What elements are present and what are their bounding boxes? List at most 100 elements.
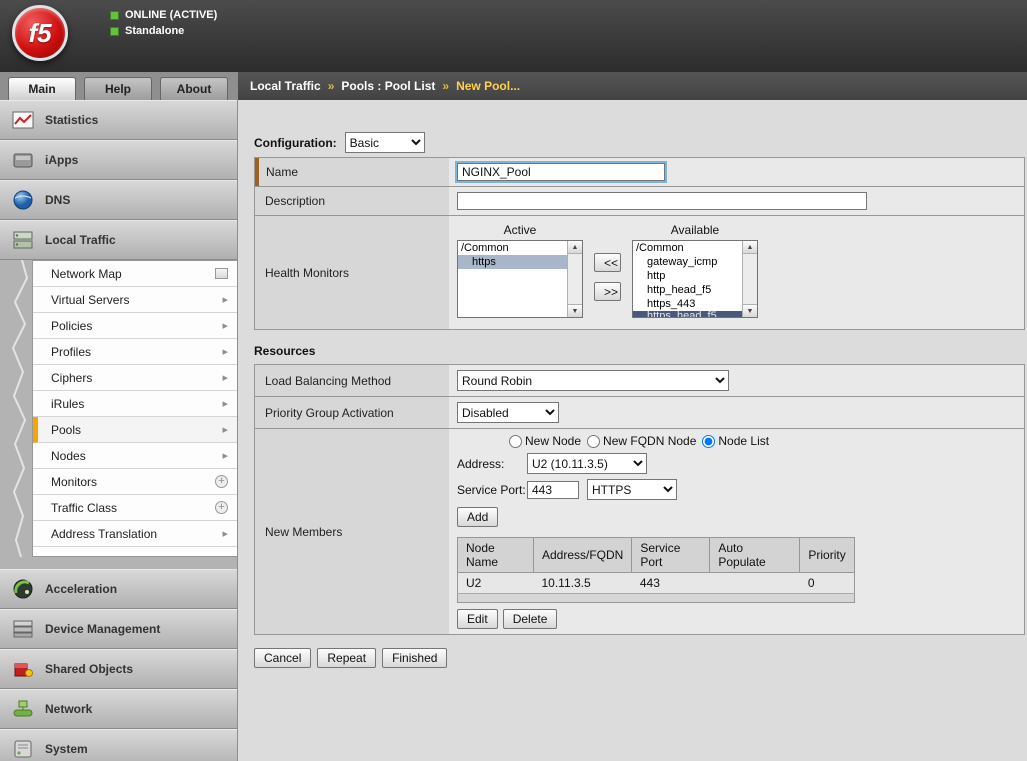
sidebar-item-irules[interactable]: iRules ▸ [33, 391, 237, 417]
name-value-cell [449, 158, 1024, 186]
list-item[interactable]: https_443 [633, 297, 742, 311]
member-row[interactable]: U2 10.11.3.5 443 0 [458, 573, 855, 594]
plus-circle-icon[interactable]: + [215, 475, 228, 488]
node-list-radio[interactable] [702, 435, 715, 448]
list-item[interactable]: gateway_icmp [633, 255, 742, 269]
lb-method-label: Load Balancing Method [255, 365, 449, 396]
description-input[interactable] [457, 192, 867, 210]
bigip-app: f5 ONLINE (ACTIVE) Standalone Main Help … [0, 0, 1027, 761]
tab-about[interactable]: About [160, 77, 228, 100]
radio-node-list[interactable]: Node List [702, 434, 769, 448]
statistics-icon [10, 109, 36, 131]
finished-button[interactable]: Finished [382, 648, 447, 668]
list-item-partial[interactable]: https_head_f5 [633, 311, 742, 317]
address-line: Address: U2 (10.11.3.5) [457, 453, 1016, 474]
radio-new-fqdn-node[interactable]: New FQDN Node [587, 434, 696, 448]
radio-new-node[interactable]: New Node [509, 434, 581, 448]
sidebar-item-iapps[interactable]: iApps [0, 140, 237, 180]
service-name-select[interactable]: HTTPS [587, 479, 677, 500]
member-type-radios: New Node New FQDN Node Node List [509, 434, 1016, 448]
edit-member-button[interactable]: Edit [457, 609, 498, 629]
active-monitors-list[interactable]: /Common https ▲ ▼ [457, 240, 583, 318]
sidebar-item-label: Device Management [45, 622, 160, 636]
scroll-up-icon[interactable]: ▲ [568, 241, 582, 254]
online-status-row: ONLINE (ACTIVE) [110, 9, 217, 21]
scroll-down-icon[interactable]: ▼ [568, 304, 582, 317]
column-header: Auto Populate [710, 538, 800, 573]
breadcrumb-separator-icon: » [442, 79, 449, 93]
main-wrap: Statistics iApps DNS Local Traffic [0, 100, 1027, 761]
list-item-selected[interactable]: https [458, 255, 567, 269]
sidebar-item-traffic-class[interactable]: Traffic Class + [33, 495, 237, 521]
configuration-select[interactable]: Basic [345, 132, 425, 153]
sidebar-item-virtual-servers[interactable]: Virtual Servers ▸ [33, 287, 237, 313]
sidebar-item-dns[interactable]: DNS [0, 180, 237, 220]
breadcrumb-local-traffic[interactable]: Local Traffic [250, 79, 321, 93]
list-item[interactable]: /Common [458, 241, 567, 255]
service-port-input[interactable] [527, 481, 579, 499]
active-monitors-items: /Common https [458, 241, 567, 317]
breadcrumb-separator-icon: » [328, 79, 335, 93]
sidebar-item-network[interactable]: Network [0, 689, 237, 729]
sidebar-item-local-traffic[interactable]: Local Traffic [0, 220, 237, 260]
new-node-radio[interactable] [509, 435, 522, 448]
sidebar-item-nodes[interactable]: Nodes ▸ [33, 443, 237, 469]
active-list-scrollbar[interactable]: ▲ ▼ [567, 241, 582, 317]
list-item[interactable]: http_head_f5 [633, 283, 742, 297]
tab-strip: Main Help About [0, 72, 238, 100]
chevron-right-icon: ▸ [222, 293, 228, 306]
member-auto-populate [710, 573, 800, 594]
sidebar-item-policies[interactable]: Policies ▸ [33, 313, 237, 339]
list-item[interactable]: /Common [633, 241, 742, 255]
move-to-active-button[interactable]: << [594, 253, 621, 272]
add-member-button[interactable]: Add [457, 507, 498, 527]
scroll-up-icon[interactable]: ▲ [743, 241, 757, 254]
chevron-right-icon: ▸ [222, 371, 228, 384]
address-select[interactable]: U2 (10.11.3.5) [527, 453, 647, 474]
sidebar-item-monitors[interactable]: Monitors + [33, 469, 237, 495]
form-actions: Cancel Repeat Finished [254, 648, 1027, 668]
sidebar-item-acceleration[interactable]: Acceleration [0, 569, 237, 609]
standalone-status-text: Standalone [125, 25, 184, 37]
lb-method-select[interactable]: Round Robin [457, 370, 729, 391]
sidebar: Statistics iApps DNS Local Traffic [0, 100, 238, 761]
sidebar-item-label: Statistics [45, 113, 98, 127]
sidebar-item-system[interactable]: System [0, 729, 237, 761]
available-list-scrollbar[interactable]: ▲ ▼ [742, 241, 757, 317]
sidebar-item-network-map[interactable]: Network Map [33, 261, 237, 287]
move-to-available-button[interactable]: >> [594, 282, 621, 301]
f5-logo-text: f5 [28, 18, 51, 49]
scroll-down-icon[interactable]: ▼ [743, 304, 757, 317]
plus-circle-icon[interactable]: + [215, 501, 228, 514]
description-label: Description [255, 187, 449, 215]
sidebar-item-statistics[interactable]: Statistics [0, 100, 237, 140]
column-header: Service Port [632, 538, 710, 573]
cancel-button[interactable]: Cancel [254, 648, 311, 668]
breadcrumb-pool-list[interactable]: Pools : Pool List [341, 79, 435, 93]
sidebar-item-pools[interactable]: Pools ▸ [33, 417, 237, 443]
tab-main[interactable]: Main [8, 77, 76, 100]
list-item[interactable]: http [633, 269, 742, 283]
system-icon [10, 738, 36, 760]
new-fqdn-node-radio[interactable] [587, 435, 600, 448]
sidebar-item-profiles[interactable]: Profiles ▸ [33, 339, 237, 365]
available-monitors-list[interactable]: /Common gateway_icmp http http_head_f5 h… [632, 240, 758, 318]
name-input[interactable] [457, 163, 665, 181]
chevron-right-icon: ▸ [222, 345, 228, 358]
f5-logo[interactable]: f5 [12, 5, 68, 61]
sidebar-item-address-translation[interactable]: Address Translation ▸ [33, 521, 237, 547]
repeat-button[interactable]: Repeat [317, 648, 376, 668]
nav-row: Main Help About Local Traffic » Pools : … [0, 72, 1027, 100]
service-port-line: Service Port: HTTPS [457, 479, 1016, 500]
sidebar-item-shared-objects[interactable]: Shared Objects [0, 649, 237, 689]
sidebar-gap [0, 557, 237, 569]
tab-help[interactable]: Help [84, 77, 152, 100]
subitem-label: Address Translation [51, 527, 157, 541]
member-node-name: U2 [458, 573, 534, 594]
members-table-header-row: Node Name Address/FQDN Service Port Auto… [458, 538, 855, 573]
sidebar-item-device-management[interactable]: Device Management [0, 609, 237, 649]
delete-member-button[interactable]: Delete [503, 609, 558, 629]
priority-group-select[interactable]: Disabled [457, 402, 559, 423]
sidebar-item-ciphers[interactable]: Ciphers ▸ [33, 365, 237, 391]
subitem-label: Profiles [51, 345, 91, 359]
